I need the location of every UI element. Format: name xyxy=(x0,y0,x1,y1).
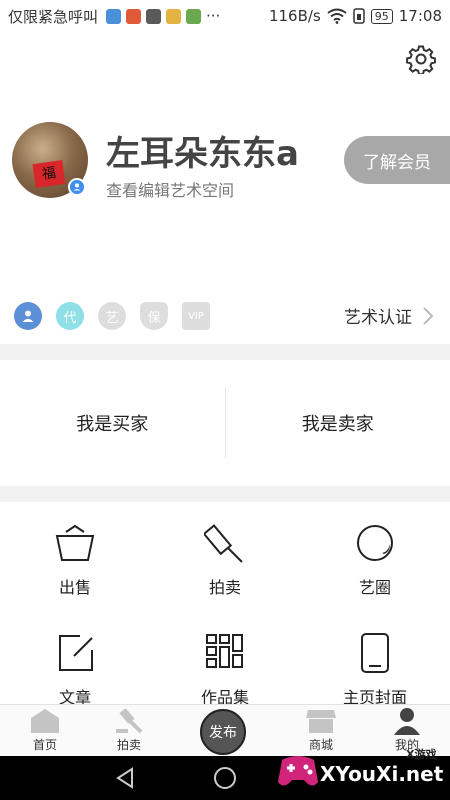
notification-icons: ··· xyxy=(106,7,220,25)
basket-icon xyxy=(55,524,95,561)
grid-item-label: 出售 xyxy=(58,578,91,597)
home-circle-icon[interactable] xyxy=(213,766,237,790)
user-badge-icon xyxy=(68,178,86,196)
back-icon[interactable] xyxy=(114,767,136,789)
network-speed: 116B/s xyxy=(268,7,321,25)
agent-badge[interactable]: 代 xyxy=(56,302,84,330)
wifi-icon xyxy=(327,8,347,24)
grid-item-portfolio[interactable]: 作品集 xyxy=(150,632,300,706)
user-badge-icon[interactable] xyxy=(14,302,42,330)
grid-item-circle[interactable]: 艺圈 xyxy=(300,522,450,598)
grid-item-label: 文章 xyxy=(58,688,91,706)
username[interactable]: 左耳朵东东a xyxy=(106,126,299,175)
art-certification-link[interactable]: 艺术认证 xyxy=(344,303,434,328)
gamepad-logo-icon xyxy=(278,756,318,786)
grid-item-sell[interactable]: 出售 xyxy=(0,522,150,598)
guarantee-badge[interactable]: 保 xyxy=(140,302,168,330)
buyer-button[interactable]: 我是买家 xyxy=(0,410,225,436)
gavel-icon xyxy=(204,524,243,563)
status-bar: 仅限紧急呼叫 ··· 116B/s 95 17:08 xyxy=(0,0,450,32)
app-notification-icon xyxy=(166,8,182,24)
tab-label: 首页 xyxy=(32,738,57,752)
grid-item-label: 拍卖 xyxy=(208,578,241,597)
role-switcher: 我是买家 我是卖家 xyxy=(0,360,450,486)
membership-button[interactable]: 了解会员 xyxy=(344,136,450,184)
carrier-text: 仅限紧急呼叫 xyxy=(8,7,99,26)
avatar-seal-icon: 福 xyxy=(32,160,66,188)
chevron-right-icon xyxy=(423,306,434,325)
app-notification-icon xyxy=(146,8,162,24)
clock: 17:08 xyxy=(398,7,442,25)
app-notification-icon xyxy=(106,8,122,24)
watermark: XYouXi.net X游戏 xyxy=(276,742,446,798)
app-notification-icon xyxy=(186,8,202,24)
sim-icon xyxy=(353,8,365,24)
vip-badge[interactable]: VIP xyxy=(182,302,210,330)
tab-home[interactable]: 首页 xyxy=(0,705,90,757)
user-icon xyxy=(394,708,420,735)
circle-icon xyxy=(357,525,393,561)
badge-row: 代 艺 保 VIP xyxy=(14,302,210,330)
feature-grid: 出售 拍卖 艺圈 文章 作品集 主页封面 xyxy=(0,502,450,706)
watermark-small: X游戏 xyxy=(406,748,437,761)
tab-label: 拍卖 xyxy=(116,738,141,752)
more-icon: ··· xyxy=(206,7,221,25)
profile-card: 福 左耳朵东东a 查看编辑艺术空间 了解会员 代 艺 保 VIP 艺术认证 xyxy=(0,32,450,344)
grid-item-article[interactable]: 文章 xyxy=(0,632,150,706)
app-screen: 仅限紧急呼叫 ··· 116B/s 95 17:08 福 左耳朵东东a 查看编辑… xyxy=(0,0,450,800)
seller-button[interactable]: 我是卖家 xyxy=(226,410,450,436)
battery-indicator: 95 xyxy=(370,8,393,24)
edit-icon xyxy=(59,635,93,671)
grid-item-cover[interactable]: 主页封面 xyxy=(300,632,450,706)
art-badge[interactable]: 艺 xyxy=(98,302,126,330)
certification-label: 艺术认证 xyxy=(344,308,412,328)
home-icon xyxy=(31,709,59,733)
grid-item-label: 作品集 xyxy=(200,688,249,706)
store-icon xyxy=(306,710,336,733)
grid-item-auction[interactable]: 拍卖 xyxy=(150,522,300,598)
grid-item-label: 艺圈 xyxy=(358,578,391,597)
watermark-text: XYouXi.net xyxy=(320,762,444,786)
settings-gear-icon[interactable] xyxy=(406,44,436,74)
tab-auction[interactable]: 拍卖 xyxy=(84,705,174,757)
grid-icon xyxy=(206,634,243,668)
grid-item-label: 主页封面 xyxy=(342,688,407,706)
publish-button[interactable]: 发布 xyxy=(200,709,246,755)
app-notification-icon xyxy=(126,8,142,24)
edit-art-space-link[interactable]: 查看编辑艺术空间 xyxy=(106,177,234,201)
gavel-icon xyxy=(116,708,143,734)
phone-icon xyxy=(361,633,389,673)
